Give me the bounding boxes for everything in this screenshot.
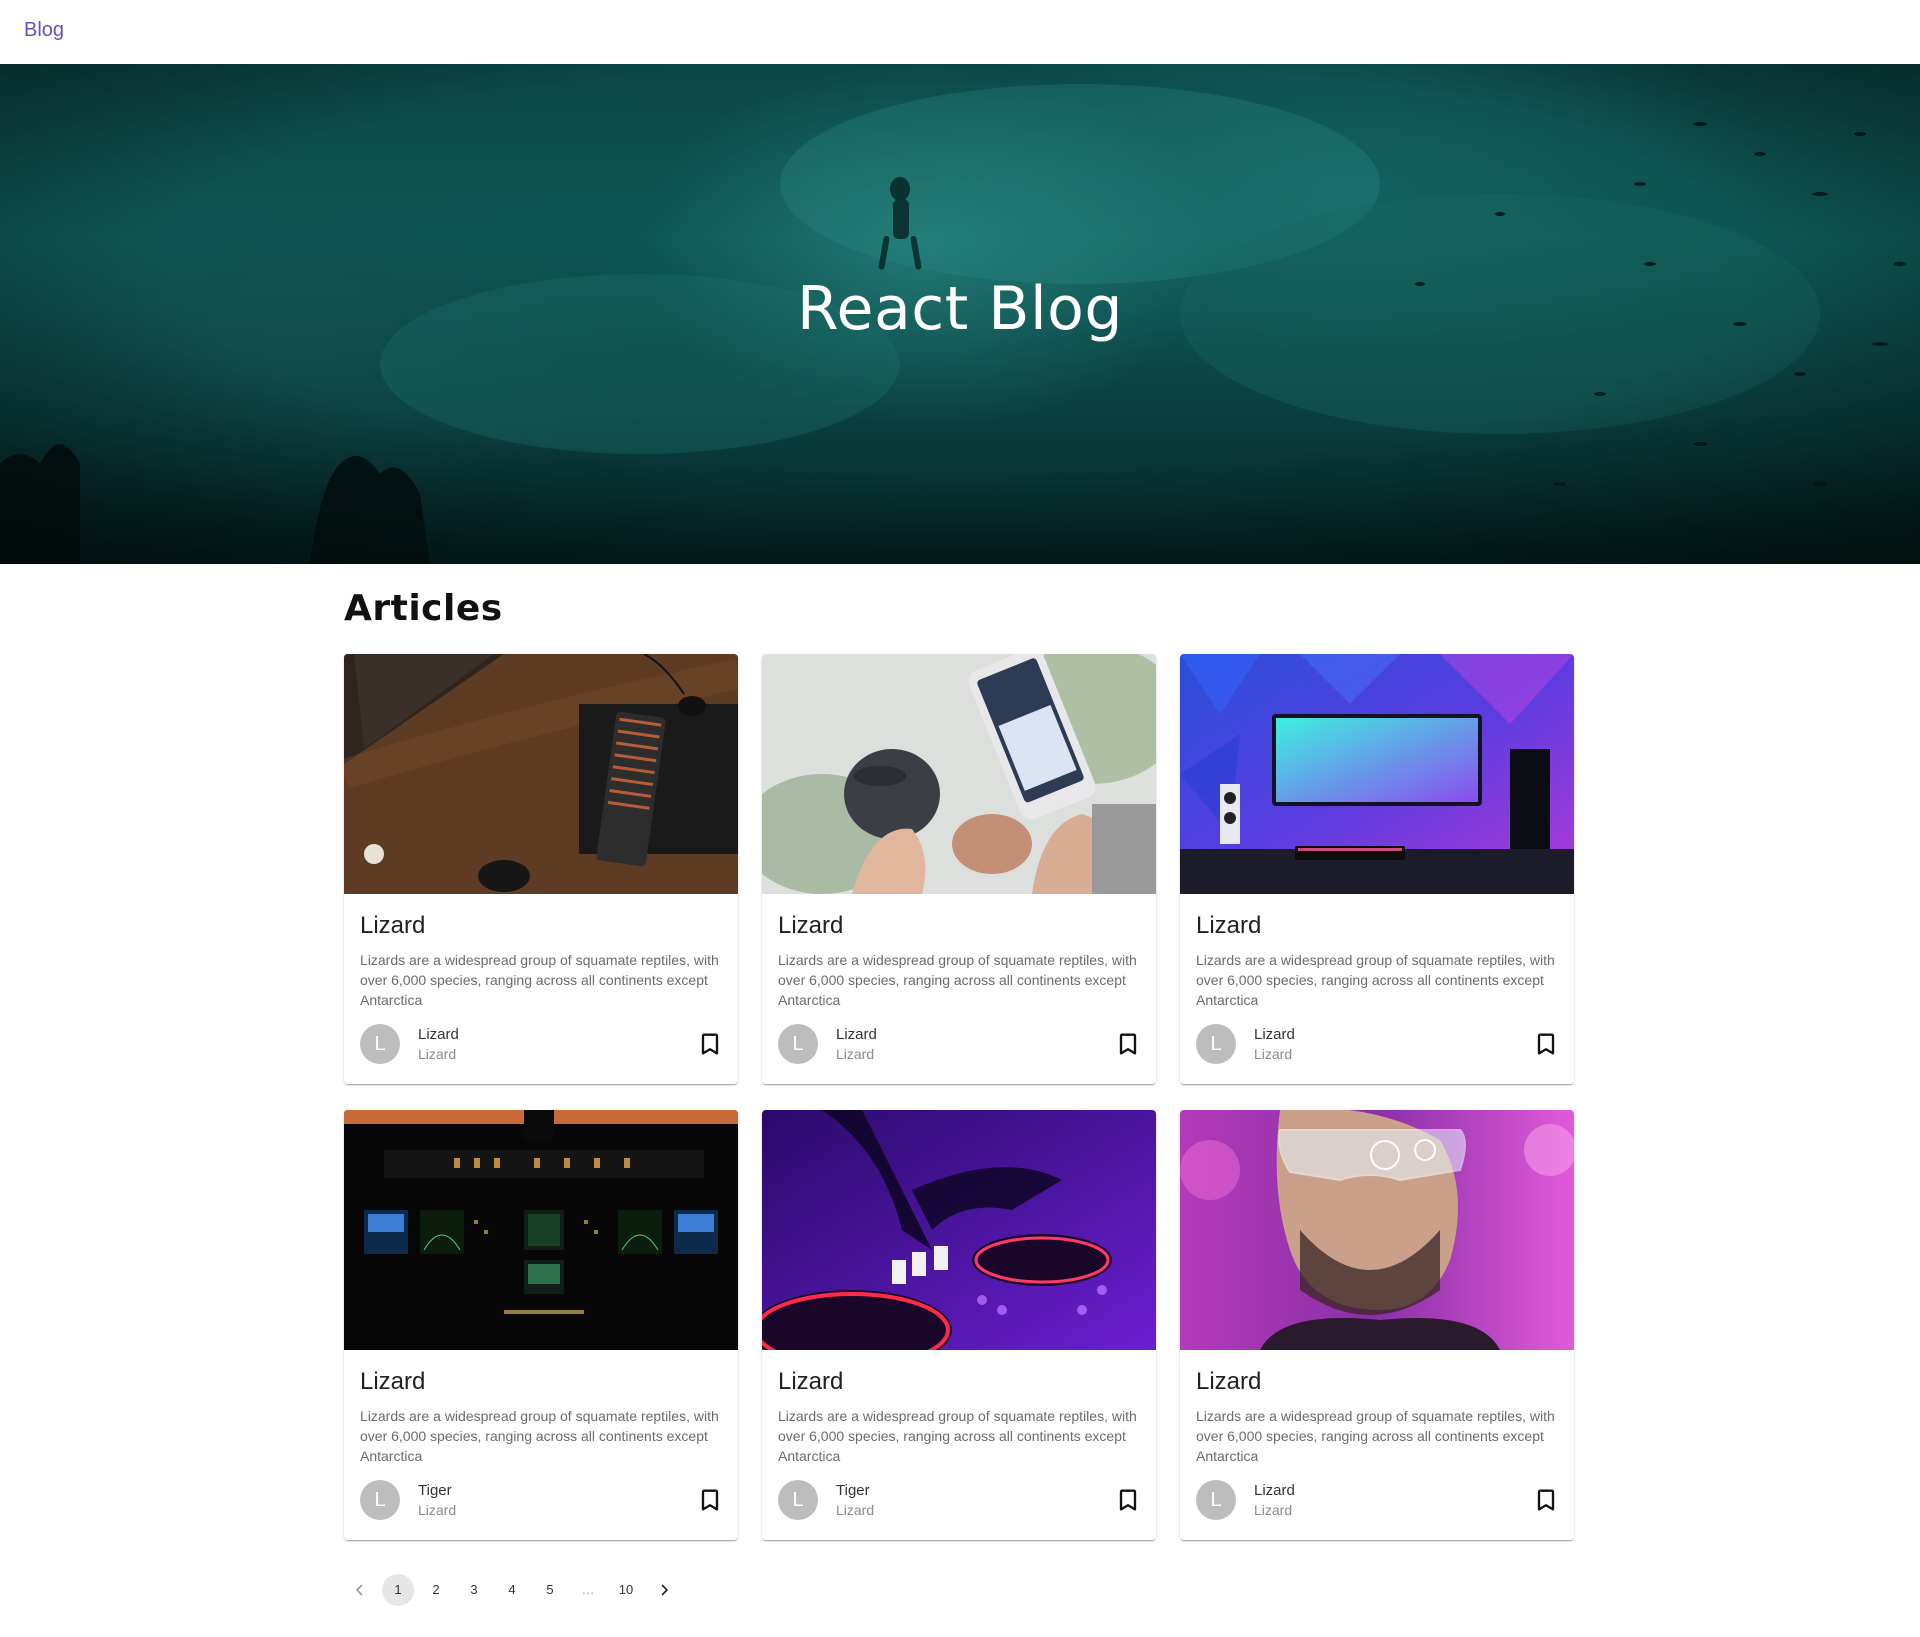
bookmark-icon[interactable] [1114, 1486, 1142, 1514]
page-button-4[interactable]: 4 [496, 1574, 528, 1606]
article-card[interactable]: Lizard Lizards are a widespread group of… [762, 1110, 1156, 1540]
author-subtitle: Lizard [1254, 1502, 1293, 1518]
article-card[interactable]: Lizard Lizards are a widespread group of… [1180, 654, 1574, 1084]
page-button-1[interactable]: 1 [382, 1574, 414, 1606]
avatar: L [778, 1024, 818, 1064]
author-name: Lizard [418, 1026, 459, 1043]
author-subtitle: Lizard [1254, 1046, 1293, 1062]
author-name: Lizard [836, 1026, 877, 1043]
articles-heading: Articles [344, 588, 503, 629]
top-navbar: Blog [0, 0, 1920, 64]
author-name: Tiger [836, 1482, 870, 1499]
author-subtitle: Lizard [418, 1502, 457, 1518]
article-card[interactable]: Lizard Lizards are a widespread group of… [344, 654, 738, 1084]
author-name: Tiger [418, 1482, 452, 1499]
card-title[interactable]: Lizard [1196, 1368, 1261, 1396]
page-button-3[interactable]: 3 [458, 1574, 490, 1606]
article-card[interactable]: Lizard Lizards are a widespread group of… [762, 654, 1156, 1084]
card-title[interactable]: Lizard [360, 1368, 425, 1396]
bookmark-icon[interactable] [1532, 1030, 1560, 1058]
card-description: Lizards are a widespread group of squama… [360, 1408, 719, 1464]
author-subtitle: Lizard [836, 1046, 875, 1062]
article-card[interactable]: Lizard Lizards are a widespread group of… [344, 1110, 738, 1540]
author-name: Lizard [1254, 1026, 1295, 1043]
card-description: Lizards are a widespread group of squama… [1196, 952, 1555, 1008]
avatar: L [1196, 1480, 1236, 1520]
avatar: L [1196, 1024, 1236, 1064]
page-button-10[interactable]: 10 [610, 1574, 642, 1606]
bookmark-icon[interactable] [1532, 1486, 1560, 1514]
author-subtitle: Lizard [418, 1046, 457, 1062]
card-description: Lizards are a widespread group of squama… [778, 952, 1137, 1008]
card-image-neon-gaming-setup[interactable] [1180, 654, 1574, 894]
card-title[interactable]: Lizard [1196, 912, 1261, 940]
card-title[interactable]: Lizard [360, 912, 425, 940]
author-name: Lizard [1254, 1482, 1295, 1499]
hero-banner: React Blog [0, 64, 1920, 564]
article-card[interactable]: Lizard Lizards are a widespread group of… [1180, 1110, 1574, 1540]
page-button-5[interactable]: 5 [534, 1574, 566, 1606]
blog-brand-link[interactable]: Blog [24, 19, 64, 42]
bookmark-icon[interactable] [1114, 1030, 1142, 1058]
avatar: L [360, 1024, 400, 1064]
chevron-right-icon[interactable] [648, 1574, 680, 1606]
card-image-desk-keyboard[interactable] [344, 654, 738, 894]
bookmark-icon[interactable] [696, 1030, 724, 1058]
author-subtitle: Lizard [836, 1502, 875, 1518]
bookmark-icon[interactable] [696, 1486, 724, 1514]
card-description: Lizards are a widespread group of squama… [360, 952, 719, 1008]
card-description: Lizards are a widespread group of squama… [778, 1408, 1137, 1464]
page-button-2[interactable]: 2 [420, 1574, 452, 1606]
hero-title: React Blog [797, 274, 1123, 344]
card-image-vr-glasses-man[interactable] [1180, 1110, 1574, 1350]
avatar: L [778, 1480, 818, 1520]
card-title[interactable]: Lizard [778, 1368, 843, 1396]
avatar: L [360, 1480, 400, 1520]
pagination-ellipsis: … [581, 1582, 595, 1597]
card-image-cockpit[interactable] [344, 1110, 738, 1350]
card-image-phone-earbuds[interactable] [762, 654, 1156, 894]
card-description: Lizards are a widespread group of squama… [1196, 1408, 1555, 1464]
card-image-dj-mixer[interactable] [762, 1110, 1156, 1350]
chevron-left-icon[interactable] [344, 1574, 376, 1606]
card-title[interactable]: Lizard [778, 912, 843, 940]
